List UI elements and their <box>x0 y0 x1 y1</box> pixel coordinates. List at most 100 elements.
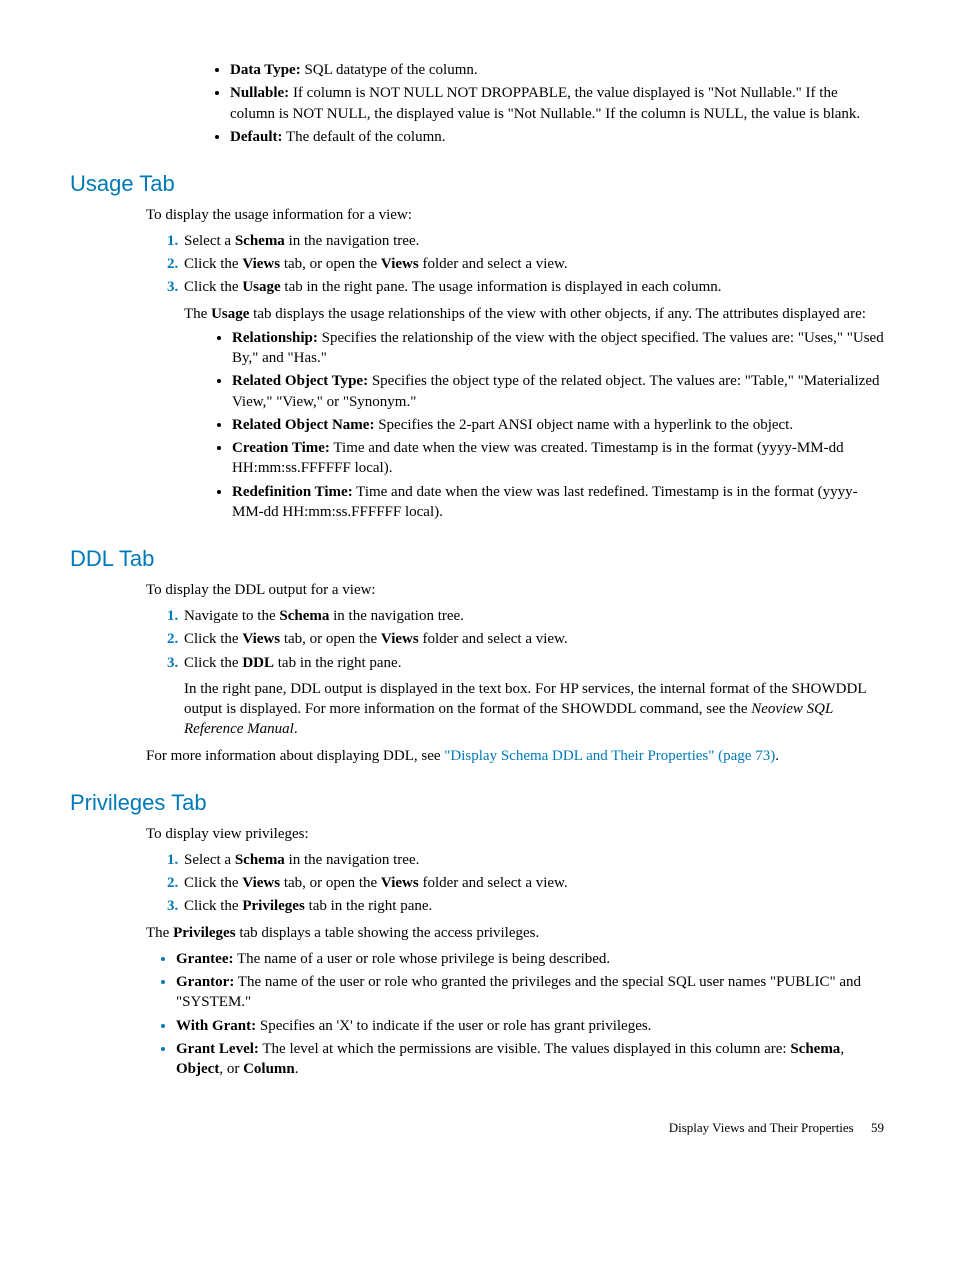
bullet-label: Creation Time: <box>232 440 330 456</box>
para-text: . <box>294 721 298 737</box>
step-bold: Views <box>381 875 419 891</box>
ddl-tab-heading: DDL Tab <box>70 544 884 574</box>
list-item: Related Object Name: Specifies the 2-par… <box>232 415 884 435</box>
list-item: Data Type: SQL datatype of the column. <box>230 60 884 80</box>
privileges-tab-heading: Privileges Tab <box>70 788 884 818</box>
step-text: Click the <box>184 256 242 272</box>
footer-title: Display Views and Their Properties <box>669 1120 854 1135</box>
step-text: tab in the right pane. The usage informa… <box>281 279 722 295</box>
step-text: tab in the right pane. <box>305 898 432 914</box>
step-text: Select a <box>184 233 235 249</box>
bullet-label: Related Object Type: <box>232 373 368 389</box>
step-bold: Views <box>381 631 419 647</box>
step-text: Navigate to the <box>184 608 279 624</box>
bullet-label: Grantor: <box>176 974 234 990</box>
bullet-bold: Object <box>176 1061 219 1077</box>
ddl-xref-link[interactable]: "Display Schema DDL and Their Properties… <box>444 748 775 764</box>
list-item: Related Object Type: Specifies the objec… <box>232 371 884 412</box>
columns-tab-bullets: Data Type: SQL datatype of the column. N… <box>200 60 884 147</box>
page-footer: Display Views and Their Properties 59 <box>70 1119 884 1137</box>
bullet-label: Related Object Name: <box>232 417 374 433</box>
list-item: Creation Time: Time and date when the vi… <box>232 438 884 479</box>
step-item: Navigate to the Schema in the navigation… <box>182 606 884 626</box>
list-item: Grantor: The name of the user or role wh… <box>176 972 884 1013</box>
bullet-text: Specifies an 'X' to indicate if the user… <box>256 1018 651 1034</box>
para-text: For more information about displaying DD… <box>146 748 444 764</box>
ddl-steps: Navigate to the Schema in the navigation… <box>146 606 884 740</box>
bullet-text: The level at which the permissions are v… <box>259 1041 790 1057</box>
bullet-text: Specifies the 2-part ANSI object name wi… <box>374 417 793 433</box>
para-text: The <box>184 306 211 322</box>
step-text: tab, or open the <box>280 875 381 891</box>
bullet-text: The default of the column. <box>283 129 446 145</box>
step-text: in the navigation tree. <box>285 852 420 868</box>
bullet-label: Default: <box>230 129 283 145</box>
step-bold: Views <box>242 256 280 272</box>
step-item: Click the Views tab, or open the Views f… <box>182 254 884 274</box>
para-bold: Privileges <box>173 925 235 941</box>
ddl-step3-para: In the right pane, DDL output is display… <box>184 679 884 740</box>
step-text: Click the <box>184 631 242 647</box>
usage-bullets: Relationship: Specifies the relationship… <box>202 328 884 522</box>
step-text: Click the <box>184 279 242 295</box>
bullet-text: If column is NOT NULL NOT DROPPABLE, the… <box>230 85 860 121</box>
para-bold: Usage <box>211 306 249 322</box>
list-item: With Grant: Specifies an 'X' to indicate… <box>176 1016 884 1036</box>
bullet-text: , <box>840 1041 844 1057</box>
bullet-text: . <box>295 1061 299 1077</box>
step-bold: Privileges <box>242 898 304 914</box>
list-item: Nullable: If column is NOT NULL NOT DROP… <box>230 83 884 124</box>
bullet-label: Data Type: <box>230 62 301 78</box>
usage-step3-para: The Usage tab displays the usage relatio… <box>184 304 884 324</box>
bullet-text: Specifies the relationship of the view w… <box>232 330 884 366</box>
step-text: in the navigation tree. <box>329 608 464 624</box>
priv-intro: To display view privileges: <box>146 824 884 844</box>
step-item: Click the Usage tab in the right pane. T… <box>182 277 884 522</box>
list-item: Redefinition Time: Time and date when th… <box>232 482 884 523</box>
bullet-text: The name of the user or role who granted… <box>176 974 861 1010</box>
bullet-label: With Grant: <box>176 1018 256 1034</box>
step-text: folder and select a view. <box>419 631 568 647</box>
step-item: Click the Privileges tab in the right pa… <box>182 896 884 916</box>
step-item: Click the Views tab, or open the Views f… <box>182 873 884 893</box>
step-bold: Views <box>242 875 280 891</box>
page-number: 59 <box>871 1120 884 1135</box>
list-item: Relationship: Specifies the relationship… <box>232 328 884 369</box>
para-text: . <box>775 748 779 764</box>
step-text: in the navigation tree. <box>285 233 420 249</box>
priv-para: The Privileges tab displays a table show… <box>146 923 884 943</box>
step-bold: Schema <box>279 608 329 624</box>
usage-intro: To display the usage information for a v… <box>146 205 884 225</box>
bullet-label: Nullable: <box>230 85 289 101</box>
bullet-bold: Schema <box>790 1041 840 1057</box>
para-text: tab displays the usage relationships of … <box>249 306 866 322</box>
para-text: The <box>146 925 173 941</box>
step-item: Click the Views tab, or open the Views f… <box>182 629 884 649</box>
step-text: folder and select a view. <box>419 875 568 891</box>
list-item: Grantee: The name of a user or role whos… <box>176 949 884 969</box>
step-text: tab, or open the <box>280 631 381 647</box>
bullet-text: SQL datatype of the column. <box>301 62 478 78</box>
step-text: tab, or open the <box>280 256 381 272</box>
step-text: Click the <box>184 655 242 671</box>
bullet-label: Grant Level: <box>176 1041 259 1057</box>
usage-steps: Select a Schema in the navigation tree. … <box>146 231 884 522</box>
ddl-after-para: For more information about displaying DD… <box>146 746 884 766</box>
bullet-text: , or <box>219 1061 243 1077</box>
bullet-label: Grantee: <box>176 951 233 967</box>
step-bold: Views <box>242 631 280 647</box>
step-text: tab in the right pane. <box>274 655 401 671</box>
bullet-bold: Column <box>243 1061 295 1077</box>
priv-bullets: Grantee: The name of a user or role whos… <box>146 949 884 1080</box>
bullet-label: Relationship: <box>232 330 318 346</box>
step-text: Click the <box>184 898 242 914</box>
ddl-intro: To display the DDL output for a view: <box>146 580 884 600</box>
step-bold: Schema <box>235 233 285 249</box>
step-item: Select a Schema in the navigation tree. <box>182 231 884 251</box>
step-bold: Schema <box>235 852 285 868</box>
step-bold: Usage <box>242 279 280 295</box>
bullet-label: Redefinition Time: <box>232 484 353 500</box>
step-item: Select a Schema in the navigation tree. <box>182 850 884 870</box>
priv-steps: Select a Schema in the navigation tree. … <box>146 850 884 917</box>
step-text: Click the <box>184 875 242 891</box>
